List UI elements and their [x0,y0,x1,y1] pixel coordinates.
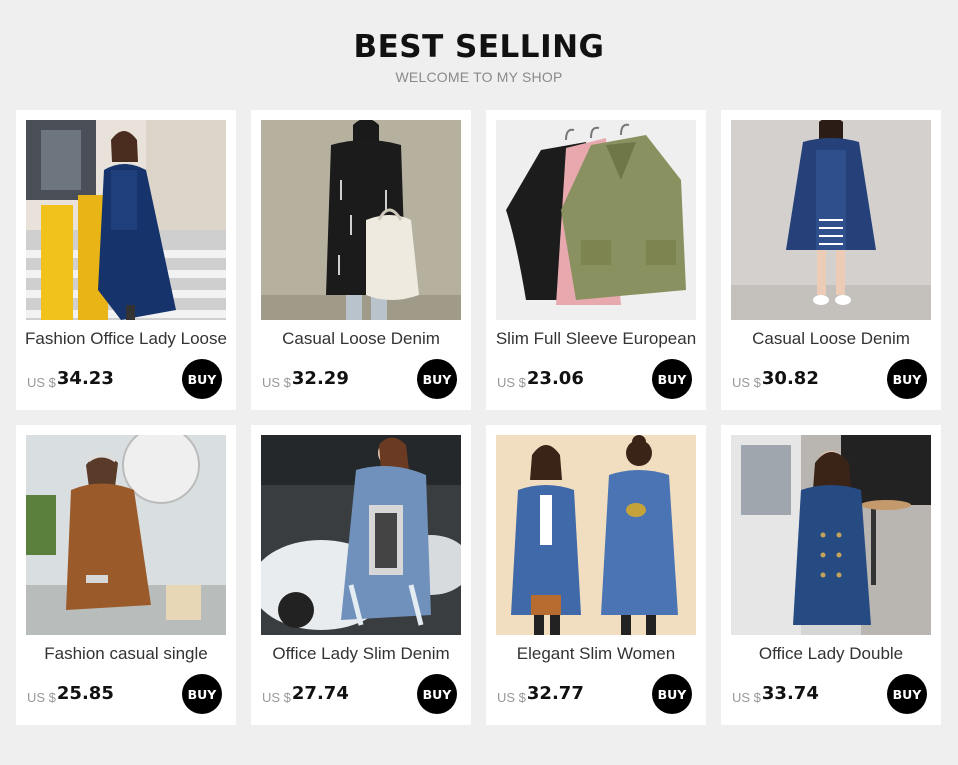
buy-button[interactable]: BUY [417,359,457,399]
product-card[interactable]: Fashion casual single US $ 25.85 BUY [16,425,236,725]
product-name[interactable]: Fashion Office Lady Loose [16,328,236,350]
page-subtitle: WELCOME TO MY SHOP [395,69,563,85]
price-currency: US $ [27,690,56,705]
product-price: US $ 32.77 [497,682,584,706]
buy-button[interactable]: BUY [182,359,222,399]
product-name[interactable]: Casual Loose Denim [721,328,941,350]
product-price: US $ 33.74 [732,682,819,706]
price-currency: US $ [497,375,526,390]
buy-button[interactable]: BUY [887,359,927,399]
product-price: US $ 25.85 [27,682,114,706]
buy-button[interactable]: BUY [652,359,692,399]
product-image[interactable] [731,435,931,635]
product-price: US $ 23.06 [497,367,584,391]
product-card[interactable]: Fashion Office Lady Loose US $ 34.23 BUY [16,110,236,410]
product-card[interactable]: Casual Loose Denim US $ 32.29 BUY [251,110,471,410]
product-price: US $ 32.29 [262,367,349,391]
price-amount: 25.85 [56,683,114,704]
price-amount: 34.23 [56,368,114,389]
price-currency: US $ [497,690,526,705]
header: BEST SELLING WELCOME TO MY SHOP [0,28,958,85]
product-name[interactable]: Fashion casual single [16,643,236,665]
price-currency: US $ [732,375,761,390]
product-card[interactable]: Office Lady Double US $ 33.74 BUY [721,425,941,725]
price-amount: 33.74 [761,683,819,704]
product-price: US $ 30.82 [732,367,819,391]
product-name[interactable]: Office Lady Double [721,643,941,665]
price-amount: 30.82 [761,368,819,389]
price-amount: 27.74 [291,683,349,704]
product-image[interactable] [26,435,226,635]
price-amount: 23.06 [526,368,584,389]
product-card[interactable]: Elegant Slim Women US $ 32.77 BUY [486,425,706,725]
price-currency: US $ [262,375,291,390]
product-card[interactable]: Casual Loose Denim US $ 30.82 BUY [721,110,941,410]
product-name[interactable]: Slim Full Sleeve European [486,328,706,350]
product-image[interactable] [731,120,931,320]
buy-button[interactable]: BUY [182,674,222,714]
product-image[interactable] [496,435,696,635]
price-currency: US $ [27,375,56,390]
buy-button[interactable]: BUY [417,674,457,714]
price-amount: 32.29 [291,368,349,389]
product-name[interactable]: Casual Loose Denim [251,328,471,350]
product-image[interactable] [261,435,461,635]
page-title: BEST SELLING [353,29,605,65]
product-card[interactable]: Slim Full Sleeve European US $ 23.06 BUY [486,110,706,410]
buy-button[interactable]: BUY [652,674,692,714]
product-image[interactable] [261,120,461,320]
product-image[interactable] [26,120,226,320]
price-currency: US $ [262,690,291,705]
product-name[interactable]: Elegant Slim Women [486,643,706,665]
product-price: US $ 27.74 [262,682,349,706]
product-image[interactable] [496,120,696,320]
product-name[interactable]: Office Lady Slim Denim [251,643,471,665]
price-currency: US $ [732,690,761,705]
price-amount: 32.77 [526,683,584,704]
product-card[interactable]: Office Lady Slim Denim US $ 27.74 BUY [251,425,471,725]
buy-button[interactable]: BUY [887,674,927,714]
product-price: US $ 34.23 [27,367,114,391]
